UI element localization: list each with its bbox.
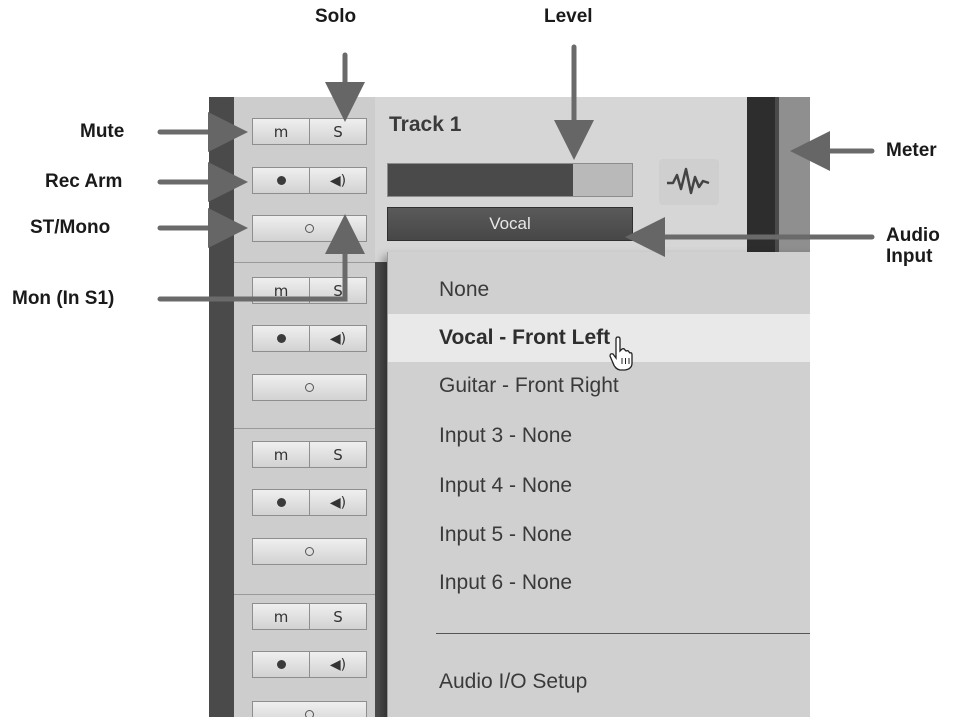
audio-input-callout-line1: Audio: [886, 225, 940, 246]
solo-callout: Solo: [315, 6, 357, 27]
audio-input-callout-line2: Input: [886, 246, 933, 267]
st-mono-callout: ST/Mono: [30, 217, 111, 238]
mute-callout: Mute: [80, 121, 125, 142]
mon-callout: Mon (In S1): [12, 288, 115, 309]
mon-arrow: [157, 214, 365, 302]
callout-arrows: [157, 44, 875, 302]
level-callout: Level: [544, 6, 593, 27]
audio-input-callout: Audio Input: [886, 225, 940, 267]
rec-arm-callout: Rec Arm: [45, 171, 123, 192]
meter-callout: Meter: [886, 140, 937, 161]
